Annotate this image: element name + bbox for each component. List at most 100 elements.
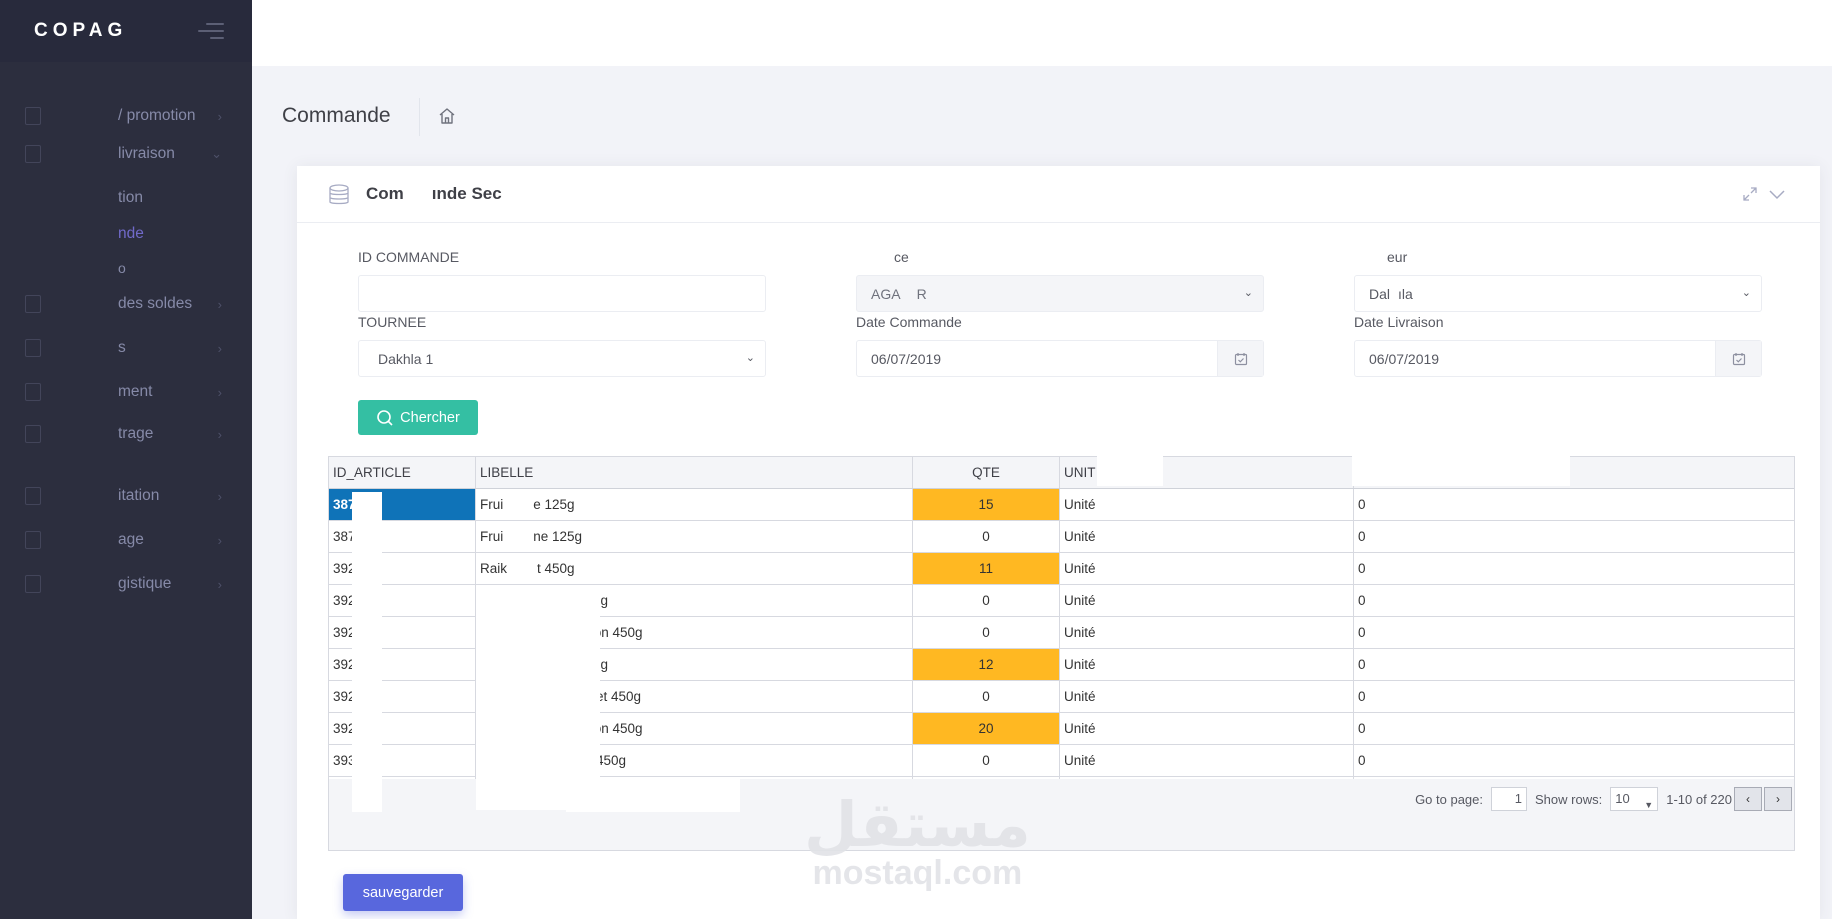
cell-unit[interactable]: Unité <box>1060 649 1354 680</box>
chevron-right-icon: › <box>217 340 222 356</box>
tournee-label: TOURNEE <box>358 314 427 330</box>
device-icon <box>25 339 41 357</box>
col-header-id-article[interactable]: ID_ARTICLE <box>329 457 476 488</box>
sidebar-item-promotion[interactable]: / promotion › <box>0 96 252 136</box>
cell-unit[interactable]: Unité <box>1060 713 1354 744</box>
home-icon[interactable] <box>438 107 456 125</box>
promotion-icon <box>25 107 41 125</box>
cell-unit[interactable]: Unité <box>1060 489 1354 520</box>
sidebar-item-label: s <box>118 339 126 356</box>
cell-value[interactable]: 0 <box>1354 745 1794 776</box>
cell-unit[interactable]: Unité <box>1060 585 1354 616</box>
centre-value: AGA <box>871 285 901 302</box>
calendar-icon[interactable] <box>1217 341 1263 376</box>
app-logo[interactable]: COPAG <box>34 20 127 42</box>
cell-value[interactable]: 0 <box>1354 713 1794 744</box>
cell-qte[interactable]: 20 <box>913 713 1060 744</box>
tournee-value: Dakhla 1 <box>378 350 434 367</box>
redaction-mask <box>1352 456 1570 486</box>
cell-qte[interactable]: 0 <box>913 585 1060 616</box>
sidebar-item-livraison[interactable]: livraison ⌄ <box>0 134 252 174</box>
date-livraison-label: Date Livraison <box>1354 314 1444 330</box>
cell-libelle[interactable]: Frui e 125g <box>476 489 913 520</box>
date-commande-label: Date Commande <box>856 314 962 330</box>
id-commande-input[interactable] <box>358 275 766 312</box>
cell-qte[interactable]: 0 <box>913 521 1060 552</box>
cell-qte[interactable]: 15 <box>913 489 1060 520</box>
cell-qte[interactable]: 0 <box>913 745 1060 776</box>
sidebar-item-9[interactable]: gistique › <box>0 564 252 604</box>
centre-select[interactable]: AGA R ⌄ <box>856 275 1264 312</box>
cell-unit[interactable]: Unité <box>1060 681 1354 712</box>
vendeur-select[interactable]: Dal ıla ⌄ <box>1354 275 1762 312</box>
chevron-down-icon: ▼ <box>1644 800 1654 810</box>
filter-icon <box>25 425 41 443</box>
cell-qte[interactable]: 0 <box>913 617 1060 648</box>
pager: Go to page: 1 Show rows: 10 ▼ 1-10 of 22… <box>1415 787 1792 811</box>
cell-qte[interactable]: 11 <box>913 553 1060 584</box>
cell-unit[interactable]: Unité <box>1060 553 1354 584</box>
cell-unit[interactable]: Unité <box>1060 745 1354 776</box>
cell-value[interactable]: 0 <box>1354 521 1794 552</box>
user-icon <box>25 531 41 549</box>
chevron-right-icon: › <box>217 488 222 504</box>
cell-libelle[interactable]: Raik t 450g <box>476 553 913 584</box>
cell-qte[interactable]: 12 <box>913 649 1060 680</box>
next-page-button[interactable]: › <box>1764 787 1792 811</box>
page-number-input[interactable]: 1 <box>1491 787 1528 811</box>
sidebar-item-4[interactable]: s › <box>0 328 252 368</box>
sidebar-item-7[interactable]: itation › <box>0 476 252 516</box>
sidebar-item-5[interactable]: ment › <box>0 372 252 412</box>
save-button[interactable]: sauvegarder <box>343 874 463 911</box>
table-row[interactable]: 387 Frui ne 125g 0 Unité 0 <box>329 521 1794 553</box>
cell-value[interactable]: 0 <box>1354 649 1794 680</box>
sidebar-item-6[interactable]: trage › <box>0 414 252 454</box>
sidebar-item-soldes[interactable]: des soldes › <box>0 284 252 324</box>
cell-value[interactable]: 0 <box>1354 489 1794 520</box>
tournee-select[interactable]: Dakhla 1 ⌄ <box>358 340 766 377</box>
submenu-label: tion <box>118 189 143 206</box>
sidebar-item-label: ment <box>118 383 153 400</box>
search-button[interactable]: Chercher <box>358 400 478 435</box>
page-title: Commande <box>282 104 391 127</box>
chevron-right-icon: › <box>217 532 222 548</box>
chevron-down-icon[interactable] <box>1768 186 1786 202</box>
submenu-item-3[interactable]: o <box>0 248 252 288</box>
table-row[interactable]: 392 Raik t 450g 11 Unité 0 <box>329 553 1794 585</box>
cell-qte[interactable]: 0 <box>913 681 1060 712</box>
table-row[interactable]: 387 Frui e 125g 15 Unité 0 <box>329 489 1794 521</box>
centre-value: R <box>916 285 927 302</box>
cell-value[interactable]: 0 <box>1354 617 1794 648</box>
expand-icon[interactable] <box>1742 186 1758 202</box>
portlet-title-part: ınde Sec <box>431 184 502 203</box>
hamburger-icon[interactable] <box>198 23 224 39</box>
sidebar-item-label: des soldes <box>118 295 193 312</box>
date-commande-input[interactable]: 06/07/2019 <box>856 340 1264 377</box>
chevron-right-icon: › <box>217 576 222 592</box>
col-header-libelle[interactable]: LIBELLE <box>476 457 913 488</box>
cell-unit[interactable]: Unité <box>1060 617 1354 648</box>
cell-value[interactable]: 0 <box>1354 585 1794 616</box>
date-livraison-input[interactable]: 06/07/2019 <box>1354 340 1762 377</box>
cell-libelle[interactable]: Frui ne 125g <box>476 521 913 552</box>
cell-value[interactable]: 0 <box>1354 681 1794 712</box>
cell-unit[interactable]: Unité <box>1060 521 1354 552</box>
chevron-down-icon: ⌄ <box>1741 287 1751 299</box>
sidebar-item-label: gistique <box>118 575 172 592</box>
date-livraison-value: 06/07/2019 <box>1369 350 1440 367</box>
search-icon <box>377 409 393 426</box>
submenu-item-1[interactable]: tion <box>0 178 252 218</box>
chevron-down-icon: ⌄ <box>1243 287 1253 299</box>
calendar-icon[interactable] <box>1715 341 1761 376</box>
sidebar-item-label: itation <box>118 487 160 504</box>
submenu-label-active: nde <box>118 225 144 242</box>
libelle-part: ne 125g <box>533 529 583 544</box>
cell-value[interactable]: 0 <box>1354 553 1794 584</box>
libelle-part: Frui <box>480 529 504 544</box>
prev-page-button[interactable]: ‹ <box>1734 787 1762 811</box>
page-range: 1-10 of 220 <box>1666 791 1732 807</box>
portlet-header: Com ınde Sec <box>297 166 1820 223</box>
sidebar-item-8[interactable]: age › <box>0 520 252 560</box>
col-header-qte[interactable]: QTE <box>913 457 1060 488</box>
rows-per-page-select[interactable]: 10 ▼ <box>1610 787 1659 811</box>
